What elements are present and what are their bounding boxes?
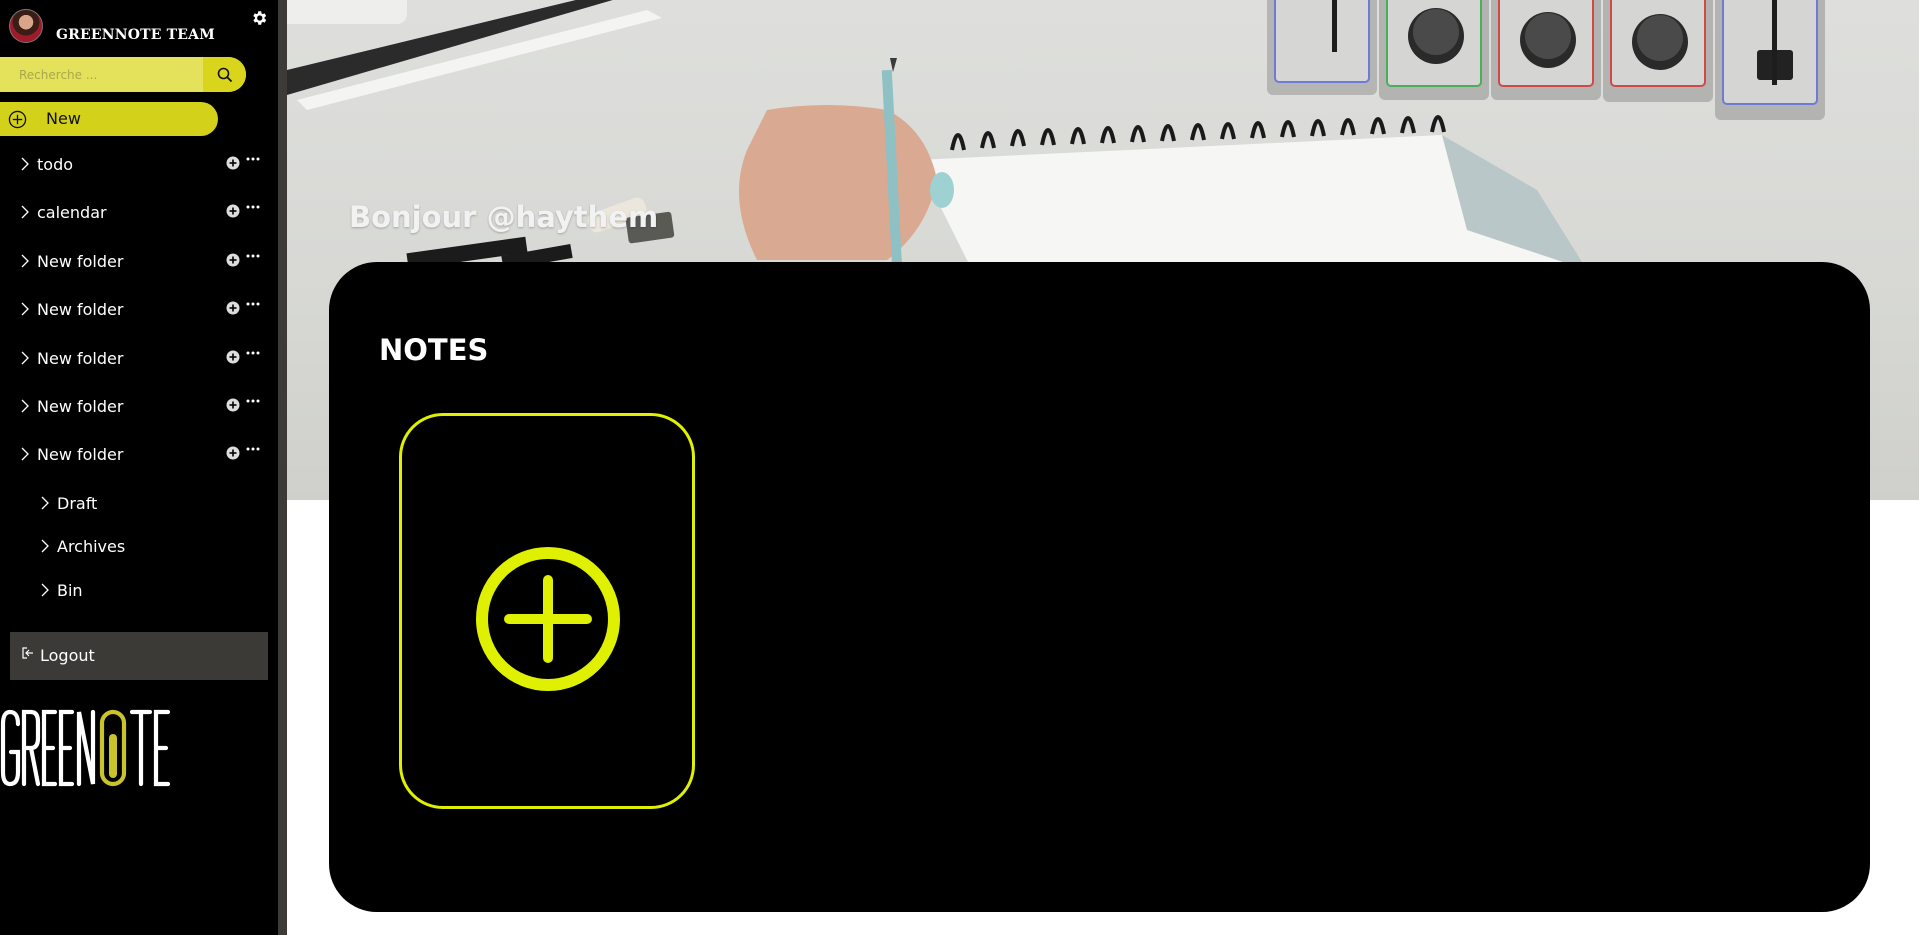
add-circle-icon[interactable] — [226, 204, 240, 218]
folder-label: New folder — [37, 445, 124, 464]
add-circle-icon[interactable] — [226, 446, 240, 460]
more-options-icon[interactable] — [246, 204, 260, 210]
greeting: Bonjour @haythem — [349, 200, 659, 234]
folder-label: todo — [37, 155, 74, 174]
sidebar-folder-calendar[interactable]: calendar — [0, 198, 270, 228]
gear-icon[interactable] — [250, 9, 268, 27]
sidebar-item-archives[interactable]: Archives — [0, 532, 270, 562]
logout-icon — [22, 647, 33, 659]
sidebar: GREENNOTE TEAM New todo calendar — [0, 0, 278, 935]
more-options-icon[interactable] — [246, 156, 260, 162]
new-button-label: New — [46, 109, 81, 128]
more-options-icon[interactable] — [246, 301, 260, 307]
search-input[interactable] — [0, 57, 203, 92]
more-options-icon[interactable] — [246, 350, 260, 356]
more-options-icon[interactable] — [246, 446, 260, 452]
chevron-right-icon — [21, 302, 29, 316]
sidebar-item-label: Bin — [57, 581, 83, 600]
add-circle-icon[interactable] — [226, 253, 240, 267]
sidebar-divider — [278, 0, 287, 935]
more-options-icon[interactable] — [246, 398, 260, 404]
chevron-right-icon — [21, 157, 29, 171]
chevron-right-icon — [41, 583, 49, 597]
add-circle-icon[interactable] — [226, 398, 240, 412]
more-options-icon[interactable] — [246, 253, 260, 259]
greenote-logo — [0, 709, 171, 787]
add-circle-icon[interactable] — [226, 301, 240, 315]
chevron-right-icon — [41, 496, 49, 510]
notes-title: NOTES — [379, 333, 489, 367]
team-avatar[interactable] — [9, 9, 43, 43]
logout-button[interactable]: Logout — [10, 632, 268, 680]
chevron-right-icon — [41, 539, 49, 553]
folder-label: calendar — [37, 203, 107, 222]
search-button[interactable] — [203, 57, 246, 92]
sidebar-folder-todo[interactable]: todo — [0, 150, 270, 180]
sidebar-folder-new-folder[interactable]: New folder — [0, 440, 270, 470]
folder-label: New folder — [37, 300, 124, 319]
sidebar-folder-new-folder[interactable]: New folder — [0, 392, 270, 422]
add-circle-icon[interactable] — [226, 350, 240, 364]
chevron-right-icon — [21, 205, 29, 219]
sidebar-folder-new-folder[interactable]: New folder — [0, 295, 270, 325]
search-icon — [217, 67, 232, 82]
add-note-button[interactable] — [399, 413, 695, 809]
add-circle-icon — [476, 547, 620, 691]
sidebar-item-label: Draft — [57, 494, 98, 513]
new-button[interactable]: New — [0, 102, 218, 136]
chevron-right-icon — [21, 447, 29, 461]
logout-label: Logout — [40, 646, 95, 665]
search-bar — [0, 57, 246, 92]
sidebar-folder-new-folder[interactable]: New folder — [0, 344, 270, 374]
team-name: GREENNOTE TEAM — [56, 27, 215, 43]
sidebar-folder-new-folder[interactable]: New folder — [0, 247, 270, 277]
folder-label: New folder — [37, 397, 124, 416]
plus-circle-icon — [8, 110, 27, 129]
chevron-right-icon — [21, 399, 29, 413]
sidebar-item-draft[interactable]: Draft — [0, 489, 270, 519]
folder-label: New folder — [37, 349, 124, 368]
sidebar-item-bin[interactable]: Bin — [0, 576, 270, 606]
sidebar-item-label: Archives — [57, 537, 126, 556]
add-circle-icon[interactable] — [226, 156, 240, 170]
chevron-right-icon — [21, 351, 29, 365]
chevron-right-icon — [21, 254, 29, 268]
folder-label: New folder — [37, 252, 124, 271]
